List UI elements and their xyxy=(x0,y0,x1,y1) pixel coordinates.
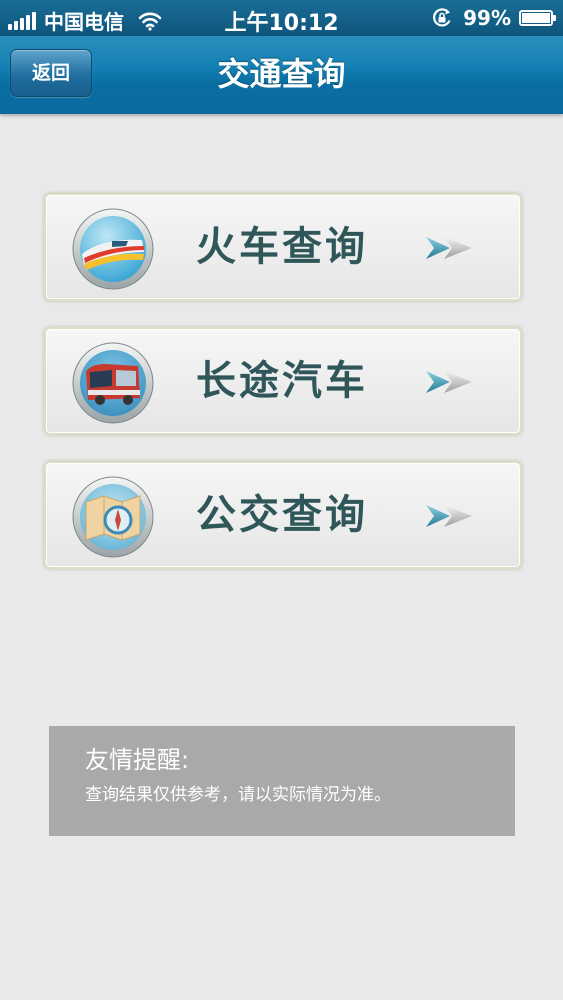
map-compass-icon xyxy=(72,476,154,558)
menu-item-city-bus[interactable]: 公交查询 xyxy=(44,461,522,569)
double-chevron-right-icon xyxy=(426,371,472,393)
menu-item-label: 长途汽车 xyxy=(196,358,368,404)
notice-text: 查询结果仅供参考，请以实际情况为准。 xyxy=(85,785,391,805)
menu-item-label: 公交查询 xyxy=(196,492,368,538)
battery-percentage: 99% xyxy=(463,6,511,30)
page-title: 交通查询 xyxy=(217,55,346,93)
friendly-reminder-notice: 友情提醒: 查询结果仅供参考，请以实际情况为准。 xyxy=(49,726,515,836)
rotation-lock-icon xyxy=(433,8,451,27)
menu-item-train-query[interactable]: 火车查询 xyxy=(44,193,522,301)
notice-title: 友情提醒: xyxy=(85,746,190,774)
navigation-bar: 返回 交通查询 xyxy=(0,36,563,114)
menu-item-coach-bus[interactable]: 长途汽车 xyxy=(44,327,522,435)
bus-icon xyxy=(72,342,154,424)
battery-icon xyxy=(519,10,556,26)
status-bar: 中国电信 上午10:12 99% xyxy=(0,0,563,36)
status-right: 99% xyxy=(431,6,556,30)
train-icon xyxy=(72,208,154,290)
menu-item-label: 火车查询 xyxy=(196,224,368,270)
double-chevron-right-icon xyxy=(426,237,472,259)
double-chevron-right-icon xyxy=(426,505,472,527)
battery-fill xyxy=(522,13,550,23)
